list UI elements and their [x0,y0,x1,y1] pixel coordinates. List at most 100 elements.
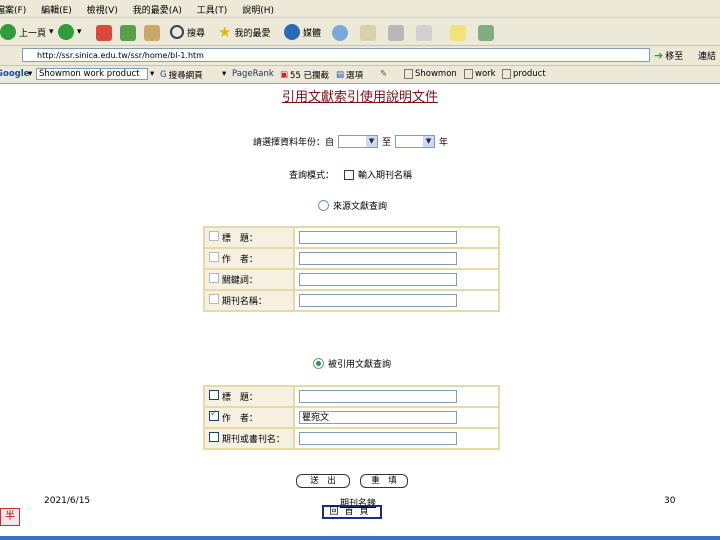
table-row: 標 題： [203,226,500,249]
highlight-icon[interactable]: ✎ [380,69,387,79]
messenger-icon[interactable] [478,25,494,41]
table-row: 期刊或書刊名： [203,427,500,450]
address-bar: http://ssr.sinica.edu.tw/ssr/home/bl-1.h… [0,46,720,66]
menu-tools[interactable]: 工具(T) [197,3,228,16]
search-button[interactable]: 搜尋 [170,22,205,42]
menu-help[interactable]: 說明(H) [242,3,274,16]
discuss-icon[interactable] [450,25,466,41]
menu-view[interactable]: 檢視(V) [87,3,118,16]
links-label[interactable]: 連結 [698,49,716,62]
field-label: 期刊或書刊名： [221,435,285,445]
input-method-indicator[interactable]: 半 [0,508,20,526]
slide-number: 30 [664,496,676,506]
menu-favorites[interactable]: 我的最愛(A) [133,3,182,16]
cited-title-checkbox[interactable] [209,390,219,400]
journal-name-checkbox[interactable] [344,169,355,180]
cited-title-input[interactable] [299,390,457,403]
word-search-icon [464,69,473,79]
media-button[interactable]: 媒體 [284,22,321,42]
table-row: 作 者： [203,247,500,270]
cited-query-radio[interactable] [313,358,324,369]
edit-icon[interactable] [416,25,432,41]
back-button[interactable]: 上一頁 ▾ [0,22,54,42]
toolbar: 上一頁 ▾ ▾ 搜尋 ★ 我的最愛 媒體 [0,18,720,46]
word-search-icon [502,69,511,79]
block-icon: ▣ [280,70,289,80]
menu-edit[interactable]: 編輯(E) [41,3,72,16]
year-to-label: 至 [382,138,392,148]
year-to-select[interactable]: ▼ [395,135,436,148]
chevron-down-icon: ▼ [423,136,435,147]
source-query-table: 標 題： 作 者： 關鍵詞： 期刊名稱： [203,226,500,312]
year-range-row: 請選擇資料年份：自 ▼ 至 ▼ 年 [253,135,448,148]
journal-checkbox[interactable] [209,294,219,304]
word-button-3[interactable]: product [502,69,546,79]
source-query-label: 來源文獻查詢 [333,202,388,212]
field-label: 作 者： [221,255,258,265]
author-checkbox[interactable] [209,252,219,262]
query-mode-row: 查詢模式： 輸入期刊名稱 [289,168,412,181]
field-label: 作 者： [221,414,258,424]
query-mode-label: 查詢模式： [289,171,335,181]
field-label: 期刊名稱： [221,297,267,307]
cited-query-table: 標 題： ✓ 作 者： 瞿宛文 期刊或書刊名： [203,385,500,450]
reset-button[interactable]: 重 填 [360,474,408,488]
year-unit-label: 年 [439,138,449,148]
keyword-input[interactable] [299,273,457,286]
menu-file[interactable]: 檔案(F) [0,3,26,16]
title-checkbox[interactable] [209,231,219,241]
section2-radio-row[interactable]: 被引用文獻查詢 [313,357,391,370]
field-label: 關鍵詞： [221,276,258,286]
options-button[interactable]: ▤ 選項 [336,69,363,81]
chevron-down-icon: ▼ [366,136,378,147]
back-arrow-icon [0,24,16,40]
slide-date: 2021/6/15 [44,496,91,506]
year-from-select[interactable]: ▼ [338,135,379,148]
word-button-1[interactable]: Showmon [404,69,457,79]
page-title: 引用文獻索引使用說明文件 [281,90,438,105]
go-arrow-icon: ➔ [654,49,664,62]
journal-input[interactable] [299,294,457,307]
cited-author-input[interactable]: 瞿宛文 [299,411,457,424]
table-row: 標 題： [203,385,500,408]
year-label: 請選擇資料年份：自 [253,138,335,148]
taskbar [0,536,720,540]
google-g-icon: G [160,70,167,80]
url-input[interactable]: http://ssr.sinica.edu.tw/ssr/home/bl-1.h… [22,48,650,62]
table-row: ✓ 作 者： 瞿宛文 [203,406,500,429]
section1-radio-row[interactable]: 來源文獻查詢 [318,199,387,212]
home-icon[interactable] [144,25,160,41]
cited-journal-input[interactable] [299,432,457,445]
word-search-icon [404,69,413,79]
print-icon[interactable] [388,25,404,41]
google-search-button[interactable]: G 搜尋網頁 [160,69,203,81]
home-button[interactable]: 回首頁 [322,505,382,519]
submit-button[interactable]: 送 出 [296,474,350,488]
google-search-input[interactable]: Showmon work product [36,68,148,80]
cited-query-label: 被引用文獻查詢 [328,360,392,370]
search-icon [170,25,184,39]
popup-blocker[interactable]: ▣ 55 已攔截 [280,69,329,81]
mail-icon[interactable] [360,25,376,41]
star-icon: ★ [218,23,232,41]
table-row: 關鍵詞： [203,268,500,291]
cited-journal-checkbox[interactable] [209,432,219,442]
forward-button[interactable]: ▾ [58,22,82,42]
stop-icon[interactable] [96,25,112,41]
forward-arrow-icon [58,24,74,40]
keyword-checkbox[interactable] [209,273,219,283]
author-input[interactable] [299,252,457,265]
field-label: 標 題： [221,234,258,244]
pagerank-indicator[interactable]: PageRank [232,69,274,79]
table-row: 期刊名稱： [203,289,500,312]
favorites-button[interactable]: ★ 我的最愛 [218,22,270,42]
go-button[interactable]: ➔ 移至 [654,49,683,62]
word-button-2[interactable]: work [464,69,496,79]
refresh-icon[interactable] [120,25,136,41]
options-icon: ▤ [336,70,345,80]
source-query-radio[interactable] [318,200,329,211]
cited-author-checkbox[interactable]: ✓ [209,409,219,421]
globe-icon [284,24,300,40]
history-icon[interactable] [332,25,348,41]
title-input[interactable] [299,231,457,244]
